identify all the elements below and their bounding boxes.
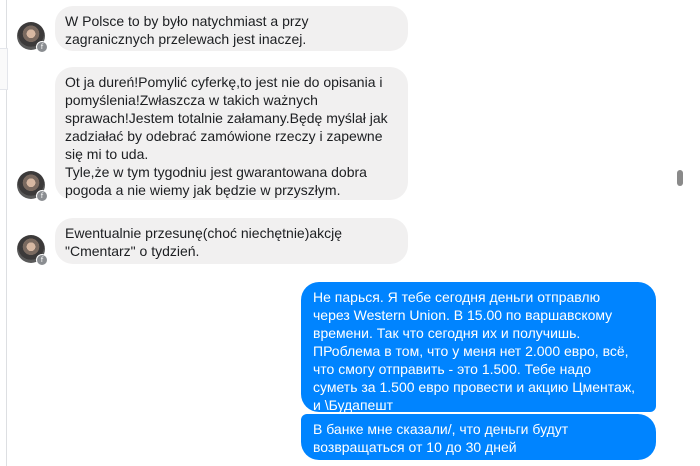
sender-avatar[interactable]: f — [17, 171, 48, 202]
messenger-badge-icon: f — [36, 41, 48, 53]
panel-edge — [0, 48, 8, 90]
sender-avatar[interactable]: f — [17, 22, 48, 53]
message-bubble-incoming[interactable]: W Polsce to by było natychmiast a przy z… — [55, 6, 408, 51]
message-bubble-outgoing[interactable]: В банке мне сказали/, что деньги будут в… — [301, 414, 656, 460]
message-bubble-incoming[interactable]: Ot ja dureń!Pomylić cyferkę,to jest nie … — [55, 67, 408, 200]
messenger-badge-icon: f — [36, 254, 48, 266]
messenger-badge-icon: f — [36, 190, 48, 202]
scrollbar-thumb[interactable] — [677, 170, 683, 186]
message-bubble-outgoing[interactable]: Не парься. Я тебе сегодня деньги отправл… — [301, 282, 656, 413]
sender-avatar[interactable]: f — [17, 235, 48, 266]
message-bubble-incoming[interactable]: Ewentualnie przesunę(choć niechętnie)akc… — [55, 218, 408, 264]
